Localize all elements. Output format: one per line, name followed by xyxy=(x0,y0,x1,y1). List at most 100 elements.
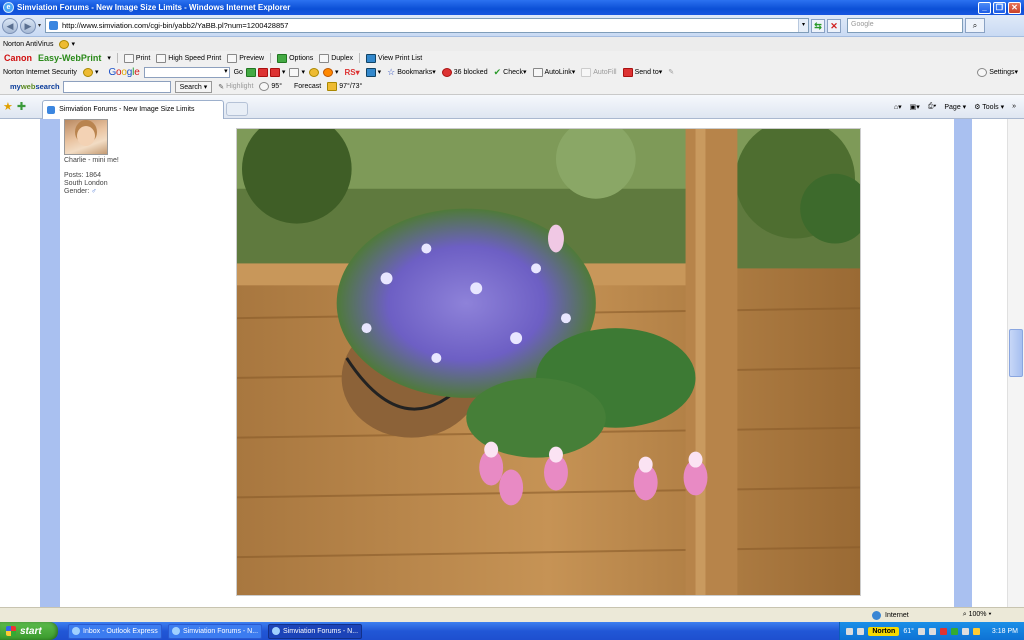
user-location: South London xyxy=(64,180,108,187)
minimize-button[interactable]: _ xyxy=(978,1,991,14)
tray-icon[interactable] xyxy=(950,627,958,635)
autofill-icon xyxy=(581,67,592,77)
ie-icon xyxy=(272,627,280,635)
vertical-scrollbar[interactable] xyxy=(1007,119,1024,607)
mywebsearch-search-button[interactable]: Search ▾ xyxy=(174,80,213,93)
google-go-button[interactable]: Go xyxy=(234,69,243,76)
history-dropdown[interactable]: ▾ xyxy=(38,22,41,29)
tray-icon[interactable] xyxy=(917,627,925,635)
feeds-button[interactable]: ▣▾ xyxy=(910,103,920,111)
taskbar-item-outlook[interactable]: Inbox - Outlook Express xyxy=(68,623,162,639)
norton-menu-dropdown[interactable]: ▾ xyxy=(82,67,98,77)
news-icon xyxy=(257,67,268,77)
home-button[interactable]: ⌂▾ xyxy=(894,103,902,111)
norton-antivirus-label[interactable]: Norton AntiVirus xyxy=(3,41,53,48)
bookmarks-button[interactable]: ☆ Bookmarks ▾ xyxy=(387,67,436,78)
windows-logo-icon xyxy=(6,626,16,636)
divider xyxy=(116,53,118,63)
send-to-button[interactable]: Send to ▾ xyxy=(622,67,662,77)
forecast-button[interactable]: 97°/73° xyxy=(327,82,362,91)
outlook-icon xyxy=(72,627,80,635)
tray-icon[interactable] xyxy=(857,627,865,635)
norton-tray-badge[interactable]: Norton xyxy=(868,626,900,636)
gmail-icon xyxy=(269,67,280,77)
check-button[interactable]: ✔ Check ▾ xyxy=(494,67,527,78)
refresh-button[interactable]: ⇆ xyxy=(811,18,826,33)
tools-menu[interactable]: ⚙ Tools ▾ xyxy=(974,103,1004,111)
easy-webprint-logo[interactable]: Easy-WebPrint xyxy=(38,53,101,63)
search-input[interactable]: Google xyxy=(847,18,964,33)
duplex-button[interactable]: Duplex xyxy=(319,53,353,63)
weather-tray[interactable]: 61° xyxy=(903,628,914,635)
security-zone[interactable]: Internet xyxy=(872,610,909,620)
autolink-button[interactable]: AutoLink ▾ xyxy=(532,67,575,77)
pencil-icon[interactable]: ✎ xyxy=(668,68,674,76)
options-button[interactable]: Options xyxy=(277,53,313,63)
toolbar-overflow[interactable]: » xyxy=(1012,103,1016,110)
norton-security-label[interactable]: Norton Internet Security xyxy=(3,69,77,76)
mywebsearch-input[interactable] xyxy=(62,80,171,93)
taskbar-item-ie-2[interactable]: Simviation Forums - N... xyxy=(268,623,362,639)
page-menu[interactable]: Page ▾ xyxy=(944,103,966,111)
address-url[interactable]: http://www.simviation.com/cgi-bin/yabb2/… xyxy=(62,21,798,30)
norton-antivirus-toolbar: Norton AntiVirus ▾ xyxy=(0,37,1024,51)
check-icon: ✔ xyxy=(493,66,502,77)
tray-icon[interactable] xyxy=(928,627,936,635)
share-icon xyxy=(365,67,376,77)
preview-button[interactable]: Preview xyxy=(227,53,264,63)
page-icon xyxy=(49,21,59,30)
tab-simviation-forums[interactable]: Simviation Forums - New Image Size Limit… xyxy=(42,99,225,119)
stop-button[interactable]: ✕ xyxy=(827,18,842,33)
status-bar: Internet ⌕ 100% ▾ xyxy=(0,607,1024,622)
post-count: Posts: 1864 xyxy=(64,172,101,179)
print-command-button[interactable]: ⎙▾ xyxy=(928,103,937,111)
tray-icon[interactable] xyxy=(972,627,980,635)
printer-icon xyxy=(123,53,134,63)
new-tab-button[interactable] xyxy=(226,102,249,116)
highlighter-icon: ✎ xyxy=(218,83,225,91)
canon-logo: Canon xyxy=(4,53,32,63)
start-button[interactable]: start xyxy=(0,622,58,640)
popup-blocked-button[interactable]: 36 blocked xyxy=(441,67,488,77)
tray-icon[interactable] xyxy=(961,627,969,635)
address-bar[interactable]: http://www.simviation.com/cgi-bin/yabb2/… xyxy=(45,18,810,33)
share-button[interactable]: ▾ xyxy=(365,67,381,77)
google-buttons[interactable]: ▾ ▾ ▾ xyxy=(245,67,338,77)
forward-button[interactable]: ▶ xyxy=(20,17,36,34)
highlight-button[interactable]: ✎ Highlight xyxy=(218,83,253,91)
post-photo[interactable] xyxy=(236,128,861,596)
tray-icon[interactable] xyxy=(846,627,854,635)
clock[interactable]: 3:18 PM xyxy=(992,628,1018,635)
address-dropdown[interactable]: ▾ xyxy=(798,19,809,32)
settings-button[interactable]: Settings ▾ xyxy=(977,67,1018,77)
zoom-level[interactable]: ⌕ 100% ▾ xyxy=(963,611,992,619)
google-search-input[interactable] xyxy=(143,66,230,78)
male-icon: ♂ xyxy=(91,188,97,195)
high-speed-print-button[interactable]: High Speed Print xyxy=(156,53,221,63)
rss-button[interactable]: RS▾ xyxy=(344,68,359,77)
norton-status-icon[interactable]: ▾ xyxy=(59,39,75,49)
window-controls: _ ❐ ✕ xyxy=(978,1,1021,14)
add-favorites-icon[interactable]: ✚ xyxy=(17,100,26,113)
close-button[interactable]: ✕ xyxy=(1008,1,1021,14)
user-avatar[interactable] xyxy=(64,119,108,155)
window-title: Simviation Forums - New Image Size Limit… xyxy=(17,3,291,12)
weather-button[interactable]: 95° xyxy=(259,82,282,91)
search-button[interactable]: ⌕ xyxy=(965,18,986,33)
maximize-button[interactable]: ❐ xyxy=(993,1,1006,14)
back-button[interactable]: ◀ xyxy=(2,17,18,34)
scrollbar-thumb[interactable] xyxy=(1009,329,1023,377)
system-tray: Norton 61° 3:18 PM xyxy=(839,622,1024,640)
view-print-list-button[interactable]: View Print List xyxy=(366,53,422,63)
autofill-button[interactable]: AutoFill xyxy=(581,67,617,77)
canon-menu-dropdown[interactable]: ▾ xyxy=(107,54,111,62)
tray-icon[interactable] xyxy=(939,627,947,635)
norton-google-toolbar: Norton Internet Security ▾ Google Go ▾▾▾… xyxy=(0,65,1024,79)
spell-check-icon xyxy=(308,67,319,77)
print-button[interactable]: Print xyxy=(123,53,150,63)
avatar-caption: Charlie - mini me! xyxy=(64,157,119,164)
translate-icon xyxy=(322,67,333,77)
taskbar-item-ie-1[interactable]: Simviation Forums - N... xyxy=(168,623,262,639)
favorites-star-icon[interactable]: ★ xyxy=(3,100,13,113)
forecast-label[interactable]: Forecast xyxy=(294,83,321,90)
